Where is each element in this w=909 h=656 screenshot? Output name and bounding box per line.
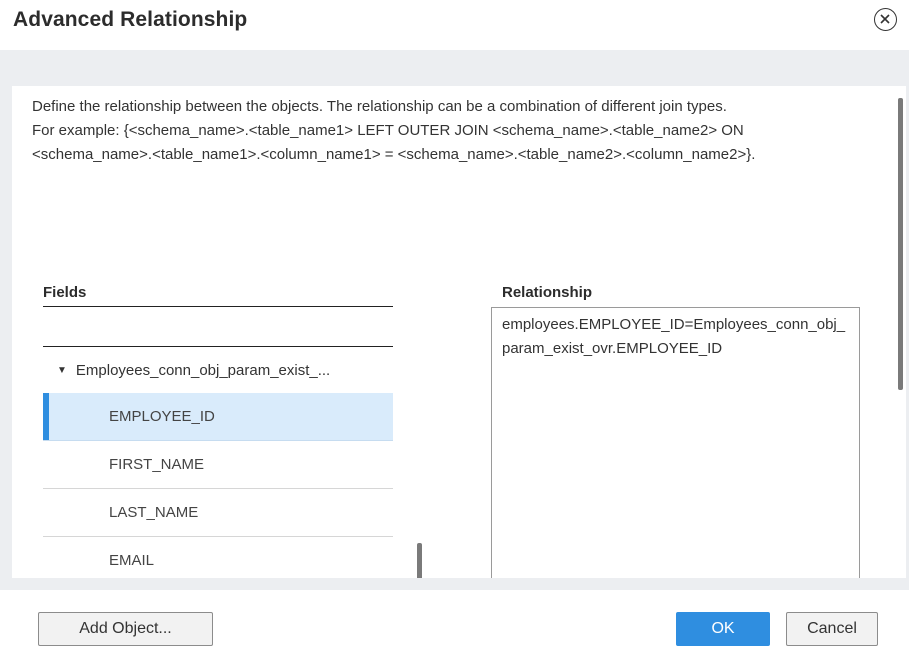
fields-divider: [43, 306, 393, 307]
field-row-last-name[interactable]: LAST_NAME: [43, 489, 393, 537]
relationship-textarea[interactable]: employees.EMPLOYEE_ID=Employees_conn_obj…: [491, 307, 860, 578]
cancel-button[interactable]: Cancel: [786, 612, 878, 646]
dialog-body: Define the relationship between the obje…: [0, 50, 909, 590]
description-line-1: Define the relationship between the obje…: [32, 98, 727, 115]
content-scrollbar[interactable]: [898, 98, 903, 390]
dialog-header: Advanced Relationship: [0, 0, 909, 50]
field-row-email[interactable]: EMAIL: [43, 537, 393, 578]
fields-header: Fields: [43, 284, 87, 301]
field-row-employee-id[interactable]: EMPLOYEE_ID: [43, 393, 393, 441]
fields-scrollbar[interactable]: [417, 543, 422, 578]
caret-down-icon[interactable]: ▼: [57, 365, 67, 376]
field-label: EMAIL: [109, 552, 155, 569]
dialog-footer: Add Object... OK Cancel: [0, 590, 909, 656]
tree-node-label: Employees_conn_obj_param_exist_...: [75, 361, 331, 379]
description-line-2: For example: {<schema_name>.<table_name1…: [32, 122, 756, 163]
field-row-first-name[interactable]: FIRST_NAME: [43, 441, 393, 489]
field-label: LAST_NAME: [109, 504, 199, 521]
field-label: EMPLOYEE_ID: [109, 408, 215, 425]
relationship-header: Relationship: [502, 284, 593, 301]
ok-button[interactable]: OK: [676, 612, 770, 646]
field-label: FIRST_NAME: [109, 456, 205, 473]
close-icon[interactable]: [874, 8, 897, 31]
tree-node-object[interactable]: ▼ Employees_conn_obj_param_exist_...: [43, 347, 393, 393]
description-text: Define the relationship between the obje…: [32, 95, 842, 167]
dialog-title: Advanced Relationship: [13, 8, 248, 31]
content-panel: Define the relationship between the obje…: [12, 86, 906, 578]
add-object-button[interactable]: Add Object...: [38, 612, 213, 646]
